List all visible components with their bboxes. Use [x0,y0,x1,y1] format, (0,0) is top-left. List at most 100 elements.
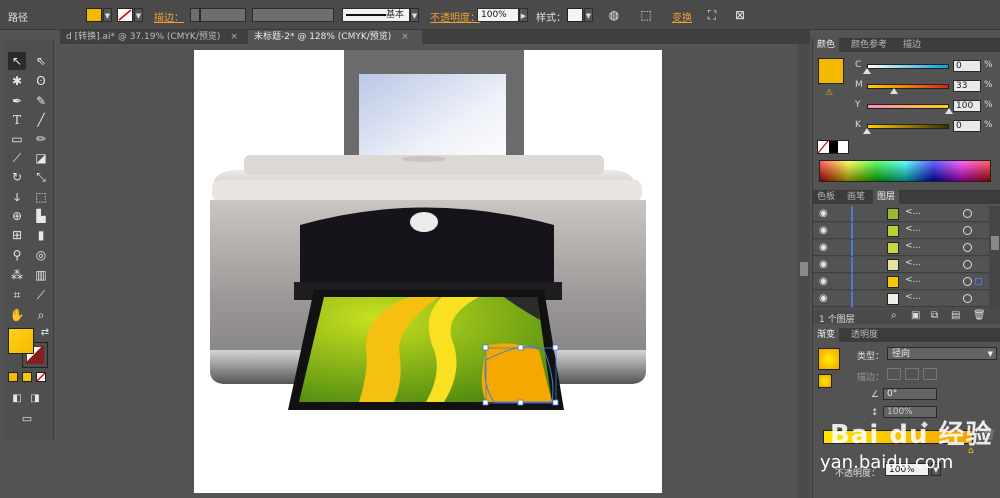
gradient-stop-icon[interactable]: ⌂ [968,446,974,456]
rotate-tool-icon[interactable]: ↻ [8,168,26,186]
layer-row[interactable]: ◉ <... [813,291,989,307]
layer-row[interactable]: ◉ <... [813,274,989,290]
channel-slider-thumb[interactable] [863,128,871,134]
stroke-weight-stepper[interactable] [190,8,200,22]
gradient-angle-field[interactable]: 0° [883,388,937,400]
new-layer-icon[interactable]: ▤ [951,310,960,321]
gradient-preview-swatch[interactable] [818,348,840,370]
scrollbar-thumb[interactable] [800,262,808,276]
canvas-scrollbar[interactable] [798,44,810,498]
channel-slider[interactable] [867,64,949,69]
zoom-tool-icon[interactable]: ⌕ [32,306,50,324]
selection-tool-icon[interactable]: ↖ [8,52,26,70]
channel-slider[interactable] [867,104,949,109]
tab-transparency[interactable]: 透明度 [847,328,882,342]
gradient-opacity-field[interactable]: 100% [885,463,929,476]
color-mode-icon[interactable] [8,372,18,382]
gradient-tool-icon[interactable]: ▮ [32,226,50,244]
artboard[interactable] [194,50,662,493]
eraser-tool-icon[interactable]: ◪ [32,149,50,167]
tab-swatches[interactable]: 色板 [813,190,839,204]
blend-tool-icon[interactable]: ◎ [32,246,50,264]
slice-tool-icon[interactable]: ⟋ [32,286,50,304]
stroke-swatch[interactable] [117,8,133,22]
transform-box-icon[interactable]: ⛶ [704,7,720,23]
tab-layers[interactable]: 图层 [873,190,900,204]
draw-normal-icon[interactable]: ◧ [8,390,26,408]
shape-builder-tool-icon[interactable]: ⊕ [8,207,26,225]
hand-tool-icon[interactable]: ✋ [8,306,26,324]
channel-value-field[interactable]: 100 [953,100,981,112]
close-icon[interactable]: × [230,30,238,44]
brush-dropdown-arrow[interactable]: ▼ [410,8,419,22]
symbol-sprayer-tool-icon[interactable]: ⁂ [8,266,26,284]
warp-tool-icon[interactable]: ↆ [8,188,26,206]
tab-document-1[interactable]: d [转换].ai* @ 37.19% (CMYK/预览) × [60,30,246,44]
gradient-slider[interactable] [823,430,973,444]
draw-behind-icon[interactable]: ◨ [26,390,44,408]
stroke-gradient-option-3[interactable] [923,368,937,380]
recolor-artwork-icon[interactable]: ◍ [606,7,622,23]
channel-slider-thumb[interactable] [945,108,953,114]
clipping-mask-icon[interactable]: ▣ [911,310,920,321]
tab-color-guide[interactable]: 颜色参考 [847,38,891,52]
layer-row[interactable]: ◉ <... [813,206,989,222]
type-tool-icon[interactable]: T [8,111,26,129]
stroke-label[interactable]: 描边： [154,9,184,24]
direct-selection-tool-icon[interactable]: ⇖ [32,52,50,70]
opacity-field[interactable]: 100% [477,8,519,22]
stroke-weight-field[interactable] [200,8,246,22]
pencil-tool-icon[interactable]: ✏ [32,130,50,148]
swap-fill-stroke-icon[interactable]: ⇄ [36,324,54,342]
channel-slider[interactable] [867,84,949,89]
chevron-down-icon[interactable]: ▼ [931,463,941,476]
fill-color-swatch-front[interactable] [8,328,34,354]
stroke-gradient-option-2[interactable] [905,368,919,380]
column-graph-tool-icon[interactable]: ▥ [32,266,50,284]
selection-indicator-icon[interactable] [975,278,982,285]
free-transform-tool-icon[interactable]: ⬚ [32,188,50,206]
tab-stroke[interactable]: 描边 [899,38,925,52]
artboard-tool-icon[interactable]: ⌗ [8,286,26,304]
channel-slider[interactable] [867,124,949,129]
channel-slider-thumb[interactable] [890,88,898,94]
tab-document-2[interactable]: 未标题-2* @ 128% (CMYK/预览) × [248,30,422,44]
eyedropper-tool-icon[interactable]: ⚲ [8,246,26,264]
eye-icon[interactable]: ◉ [819,208,828,219]
delete-stop-icon[interactable]: 🗑 [983,430,996,441]
live-paint-tool-icon[interactable]: ▙ [32,207,50,225]
target-icon[interactable] [963,226,972,235]
transform-link[interactable]: 变换 [672,9,692,24]
delete-layer-icon[interactable]: 🗑 [973,310,986,321]
layers-scrollbar-thumb[interactable] [991,236,999,250]
scale-tool-icon[interactable]: ⤡ [32,168,50,186]
channel-value-field[interactable]: 0 [953,60,981,72]
color-spectrum[interactable] [819,160,991,182]
tab-color[interactable]: 颜色 [813,38,840,52]
brush-definition[interactable]: 基本 [342,8,410,22]
eye-icon[interactable]: ◉ [819,225,828,236]
eye-icon[interactable]: ◉ [819,259,828,270]
line-tool-icon[interactable]: ╱ [32,111,50,129]
style-dropdown-arrow[interactable]: ▼ [584,8,593,22]
gradient-aspect-field[interactable]: 100% [883,406,937,418]
lasso-tool-icon[interactable]: ʘ [32,72,50,90]
stroke-dropdown-arrow[interactable]: ▼ [134,8,143,22]
fill-dropdown-arrow[interactable]: ▼ [103,8,112,22]
target-icon[interactable] [963,260,972,269]
channel-value-field[interactable]: 33 [953,80,981,92]
align-icon[interactable]: ⬚ [638,7,654,23]
curvature-tool-icon[interactable]: ✎ [32,92,50,110]
mesh-tool-icon[interactable]: ⊞ [8,226,26,244]
close-icon[interactable]: × [401,30,409,44]
opacity-dropdown-arrow[interactable]: ▶ [519,8,528,22]
target-icon[interactable] [963,243,972,252]
target-icon[interactable] [963,294,972,303]
stroke-gradient-option-1[interactable] [887,368,901,380]
target-icon[interactable] [963,209,972,218]
gradient-type-select[interactable]: 径向 ▼ [887,347,997,360]
rectangle-tool-icon[interactable]: ▭ [8,130,26,148]
channel-slider-thumb[interactable] [863,68,871,74]
color-panel-swatch[interactable] [818,58,844,84]
paintbrush-tool-icon[interactable]: ⟋ [8,149,26,167]
